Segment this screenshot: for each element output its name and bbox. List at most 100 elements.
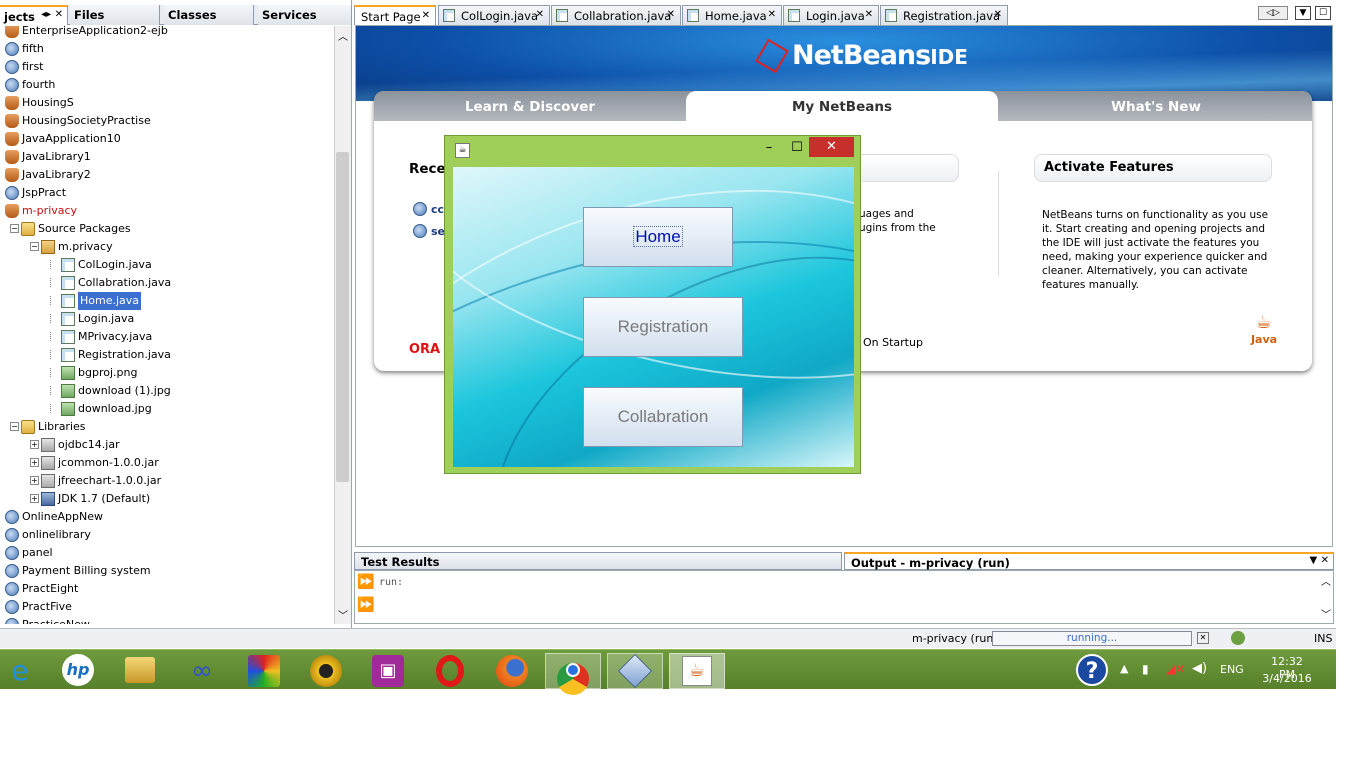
expand-toggle-icon[interactable]: − — [10, 224, 19, 233]
expand-toggle-icon[interactable]: − — [30, 242, 39, 251]
tree-item[interactable]: download (1).jpg — [0, 382, 334, 400]
tree-item[interactable]: Payment Billing system — [0, 562, 334, 580]
expand-toggle-icon[interactable] — [50, 350, 59, 359]
tab-home[interactable]: Home.java ✕ — [682, 5, 782, 25]
tab-test-results[interactable]: Test Results — [354, 552, 842, 570]
tree-item[interactable]: OnlineAppNew — [0, 508, 334, 526]
tree-item[interactable]: PractFive — [0, 598, 334, 616]
expand-toggle-icon[interactable] — [50, 260, 59, 269]
tree-item[interactable]: bgproj.png — [0, 364, 334, 382]
maximize-icon[interactable]: ☐ — [1315, 6, 1331, 20]
recent-project-link[interactable]: cc — [431, 203, 444, 216]
cancel-icon[interactable]: ✕ — [1197, 632, 1209, 644]
tree-item[interactable]: first — [0, 58, 334, 76]
tab-login[interactable]: Login.java ✕ — [783, 5, 879, 25]
tab-whats-new[interactable]: What's New — [1000, 91, 1312, 121]
expand-toggle-icon[interactable]: − — [10, 422, 19, 431]
expand-toggle-icon[interactable] — [50, 404, 59, 413]
projector-app-icon[interactable]: ▣ — [372, 655, 404, 687]
close-button[interactable]: ✕ — [809, 137, 854, 157]
tree-item[interactable]: download.jpg — [0, 400, 334, 418]
expand-toggle-icon[interactable] — [50, 296, 59, 305]
expand-toggle-icon[interactable] — [50, 386, 59, 395]
tab-output[interactable]: Output - m-privacy (run) ▼ ✕ — [844, 552, 1334, 570]
close-icon[interactable]: ✕ — [422, 10, 430, 21]
scroll-up-icon[interactable]: ︿ — [338, 28, 348, 43]
opera-icon[interactable] — [436, 655, 464, 687]
java-app-icon[interactable]: ☕ — [682, 656, 712, 686]
tab-registration[interactable]: Registration.java ✕ — [880, 5, 1008, 25]
tree-item[interactable]: PracticeNew — [0, 616, 334, 624]
close-icon[interactable]: ✕ — [667, 9, 675, 20]
tree-item[interactable]: HousingS — [0, 94, 334, 112]
close-icon[interactable]: ✕ — [536, 9, 544, 20]
tab-files[interactable]: Files — [70, 5, 160, 25]
tree-item[interactable]: ColLogin.java — [0, 256, 334, 274]
tree-item[interactable]: panel — [0, 544, 334, 562]
expand-toggle-icon[interactable]: + — [30, 440, 39, 449]
close-icon[interactable]: ✕ — [994, 9, 1002, 20]
tab-projects[interactable]: jects ◂▸ ✕ — [0, 5, 68, 25]
tree-item[interactable]: MPrivacy.java — [0, 328, 334, 346]
tab-collabration[interactable]: Collabration.java ✕ — [551, 5, 681, 25]
tree-item[interactable]: Collabration.java — [0, 274, 334, 292]
registration-button[interactable]: Registration — [583, 297, 743, 357]
help-icon[interactable]: ? — [1076, 654, 1108, 686]
home-button[interactable]: Home — [583, 207, 733, 267]
tree-item[interactable]: + jfreechart-1.0.0.jar — [0, 472, 334, 490]
tree-item[interactable]: Registration.java — [0, 346, 334, 364]
expand-toggle-icon[interactable] — [50, 368, 59, 377]
volume-icon[interactable]: ◀) — [1192, 661, 1207, 676]
tab-collogin[interactable]: ColLogin.java ✕ — [438, 5, 550, 25]
tree-item[interactable]: JspPract — [0, 184, 334, 202]
file-explorer-icon[interactable] — [125, 657, 155, 683]
rerun-icon[interactable]: ⏩ — [357, 597, 375, 613]
close-icon[interactable]: ▼ ✕ — [1309, 555, 1329, 566]
tree-item[interactable]: PractEight — [0, 580, 334, 598]
collabration-button[interactable]: Collabration — [583, 387, 743, 447]
maximize-button[interactable]: ☐ — [785, 139, 809, 157]
tree-item[interactable]: − m.privacy — [0, 238, 334, 256]
tab-scroll-arrows-icon[interactable]: ◁▷ — [1258, 6, 1288, 20]
tree-item[interactable]: + jcommon-1.0.0.jar — [0, 454, 334, 472]
tree-item[interactable]: m-privacy — [0, 202, 334, 220]
firefox-icon[interactable] — [496, 655, 528, 687]
tab-services[interactable]: Services — [258, 5, 352, 25]
show-on-startup-label[interactable]: On Startup — [863, 336, 923, 349]
scroll-down-icon[interactable]: ﹀ — [1321, 606, 1331, 621]
expand-toggle-icon[interactable]: + — [30, 494, 39, 503]
tree-item[interactable]: EnterpriseApplication2-ejb — [0, 26, 334, 40]
virtualbox-icon[interactable] — [618, 654, 652, 688]
tree-item[interactable]: fifth — [0, 40, 334, 58]
hp-icon[interactable]: hp — [62, 654, 94, 686]
tree-item[interactable]: Login.java — [0, 310, 334, 328]
ie-icon[interactable]: e — [0, 653, 48, 689]
clock-date[interactable]: 3/4/2016 — [1262, 672, 1312, 685]
media-player-icon[interactable] — [310, 655, 342, 687]
chrome-icon[interactable] — [557, 663, 589, 695]
tab-learn-discover[interactable]: Learn & Discover — [374, 91, 686, 121]
close-icon[interactable]: ✕ — [865, 9, 873, 20]
rerun-icon[interactable]: ⏩ — [357, 574, 375, 590]
tree-item[interactable]: − Source Packages — [0, 220, 334, 238]
infinity-icon[interactable]: ∞ — [174, 653, 230, 689]
notification-icon[interactable] — [1231, 631, 1245, 645]
expand-toggle-icon[interactable]: + — [30, 458, 39, 467]
tree-item[interactable]: HousingSocietyPractise — [0, 112, 334, 130]
tree-item[interactable]: JavaLibrary1 — [0, 148, 334, 166]
tab-classes[interactable]: Classes — [164, 5, 254, 25]
tree-item[interactable]: Home.java — [0, 292, 334, 310]
tree-item[interactable]: + JDK 1.7 (Default) — [0, 490, 334, 508]
tab-my-netbeans[interactable]: My NetBeans — [686, 91, 998, 121]
expand-toggle-icon[interactable] — [50, 314, 59, 323]
close-icon[interactable]: ✕ — [768, 9, 776, 20]
battery-icon[interactable]: ▮ — [1142, 662, 1149, 676]
tree-item[interactable]: JavaLibrary2 — [0, 166, 334, 184]
network-icon[interactable]: ◢✕ — [1166, 662, 1185, 676]
tree-item[interactable]: − Libraries — [0, 418, 334, 436]
tree-item[interactable]: fourth — [0, 76, 334, 94]
expand-toggle-icon[interactable]: + — [30, 476, 39, 485]
language-indicator[interactable]: ENG — [1220, 663, 1244, 676]
expand-toggle-icon[interactable] — [50, 332, 59, 341]
minimize-button[interactable]: – — [757, 139, 781, 157]
